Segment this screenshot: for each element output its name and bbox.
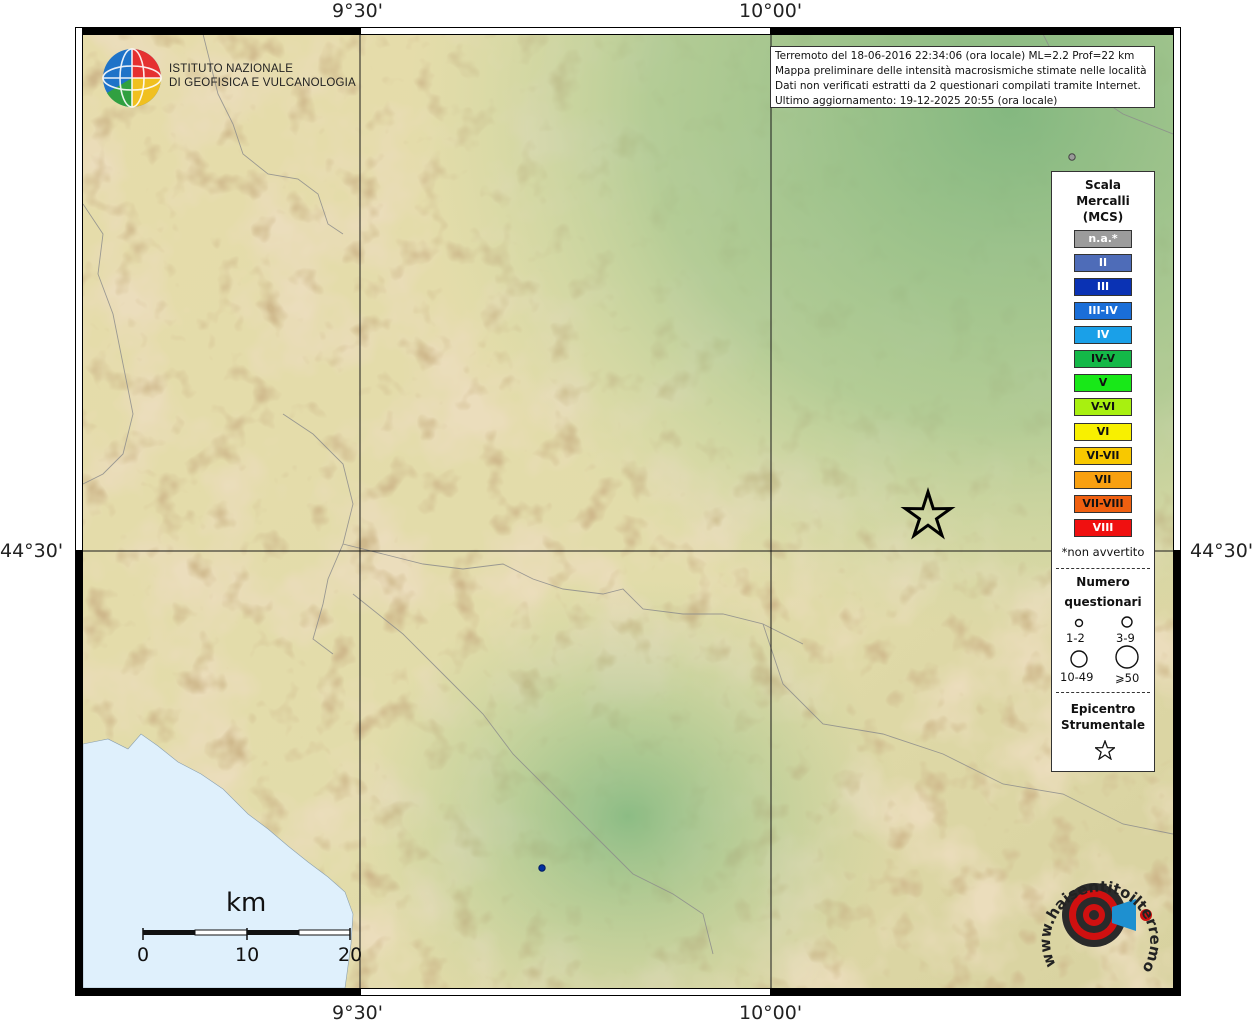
legend-swatch-na: n.a.* (1074, 230, 1132, 248)
legend-count-3-9: 3-9 (1116, 631, 1135, 645)
observation-point-na[interactable] (1068, 153, 1076, 161)
legend-epicenter-title-2: Strumentale (1060, 718, 1146, 732)
axis-top-lon-2: 10°00' (739, 0, 803, 22)
border-left-1 (75, 27, 83, 551)
event-info-line2: Mappa preliminare delle intensità macros… (775, 65, 1147, 77)
ingv-name-line1: ISTITUTO NAZIONALE (169, 63, 294, 75)
intensity-legend: Scala Mercalli (MCS) n.a.* II III III-IV… (1051, 171, 1155, 772)
legend-epicenter-title-1: Epicentro (1070, 702, 1136, 716)
legend-swatch-vii: VII (1074, 471, 1132, 489)
border-right-1 (1173, 27, 1181, 551)
border-bottom-3 (771, 988, 1173, 996)
axis-bottom-lon-1: 9°30' (332, 1002, 383, 1024)
legend-swatch-iii-iv: III-IV (1074, 302, 1132, 320)
axis-right-lat: 44°30' (1190, 540, 1254, 562)
event-info-box: Terremoto del 18-06-2016 22:34:06 (ora l… (770, 46, 1155, 108)
scale-bar (142, 928, 351, 940)
legend-count-50plus: ⩾50 (1115, 671, 1140, 685)
legend-swatch-ii: II (1074, 254, 1132, 272)
legend-swatch-vi: VI (1074, 423, 1132, 441)
legend-count-title-1: Numero (1076, 575, 1130, 589)
legend-separator-1 (1056, 568, 1150, 569)
scale-tick-0: 0 (137, 944, 150, 966)
event-info-line3: Dati non verificati estratti da 2 questi… (775, 80, 1141, 92)
scale-tick-10: 10 (235, 944, 260, 966)
legend-title-3: (MCS) (1082, 210, 1124, 224)
ingv-name: ISTITUTO NAZIONALE DI GEOFISICA E VULCAN… (169, 62, 356, 90)
event-info-line4: Ultimo aggiornamento: 19-12-2025 20:55 (… (775, 95, 1058, 107)
event-info-line1: Terremoto del 18-06-2016 22:34:06 (ora l… (775, 50, 1135, 62)
legend-title-1: Scala (1084, 178, 1122, 192)
border-top-1 (83, 27, 360, 35)
relief-map[interactable] (83, 34, 1173, 988)
legend-not-felt-note: *non avvertito (1061, 545, 1145, 559)
legend-swatch-iii: III (1074, 278, 1132, 296)
legend-swatch-vii-viii: VII-VIII (1074, 495, 1132, 513)
observation-point-iii[interactable] (538, 864, 546, 872)
legend-swatch-v-vi: V-VI (1074, 398, 1132, 416)
scale-bar-unit: km (226, 888, 267, 918)
axis-top-lon-1: 9°30' (332, 0, 383, 22)
legend-title-2: Mercalli (1076, 194, 1130, 208)
border-right-2 (1173, 551, 1181, 996)
legend-separator-2 (1056, 692, 1150, 693)
border-top-2 (360, 27, 771, 35)
scale-tick-20: 20 (338, 944, 363, 966)
border-left-2 (75, 551, 83, 996)
ingv-name-line2: DI GEOFISICA E VULCANOLOGIA (169, 77, 356, 89)
border-bottom-1 (83, 988, 360, 996)
legend-epicenter-star-icon (1095, 740, 1115, 760)
legend-count-1-2: 1-2 (1066, 631, 1085, 645)
legend-swatch-viii: VIII (1074, 519, 1132, 537)
legend-swatch-v: V (1074, 374, 1132, 392)
legend-swatch-iv-v: IV-V (1074, 350, 1132, 368)
border-bottom-2 (360, 988, 771, 996)
hai-sentito-il-terremoto-logo[interactable]: www.haisentitoilterremoto.it (1034, 857, 1164, 987)
ingv-logo (101, 47, 163, 113)
legend-swatch-iv: IV (1074, 326, 1132, 344)
axis-left-lat: 44°30' (0, 540, 64, 562)
legend-count-10-49: 10-49 (1060, 670, 1094, 684)
legend-swatch-vi-vii: VI-VII (1074, 447, 1132, 465)
border-top-3 (771, 27, 1173, 35)
legend-count-title-2: questionari (1064, 595, 1142, 609)
axis-bottom-lon-2: 10°00' (739, 1002, 803, 1024)
